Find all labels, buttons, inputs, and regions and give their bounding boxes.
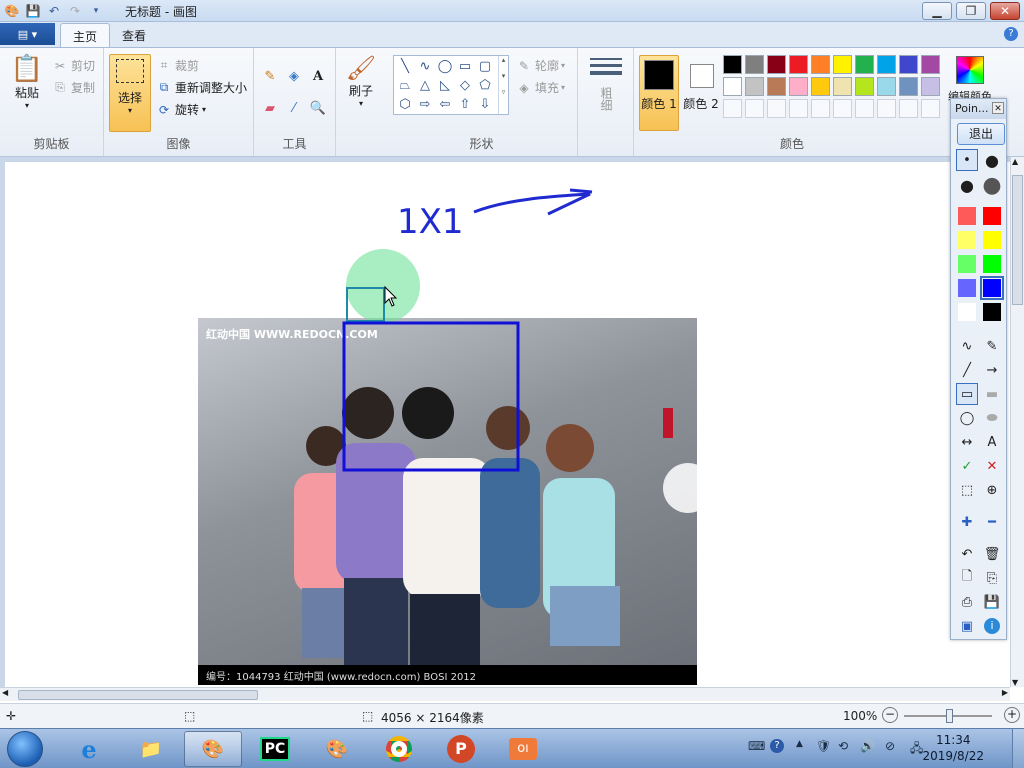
scroll-left-icon[interactable]: ◀ xyxy=(2,688,8,697)
checkmark-icon[interactable]: ✓ xyxy=(956,455,978,477)
point-color-swatch[interactable] xyxy=(983,303,1001,321)
pen-size-small-icon[interactable]: • xyxy=(956,149,978,171)
annotation-arrow xyxy=(473,188,593,216)
cross-mark-icon[interactable]: ✕ xyxy=(981,455,1003,477)
file-explorer-icon[interactable]: 📁 xyxy=(122,731,180,767)
vertical-scroll-thumb[interactable] xyxy=(1012,175,1023,305)
pen-size-medium-icon[interactable]: ● xyxy=(981,149,1003,171)
vertical-scrollbar[interactable]: ▲ ▼ xyxy=(1010,157,1024,687)
status-bar: ✛ ⬚ ⬚ 4056 × 2164像素 100% − + xyxy=(0,703,1024,728)
zoom-slider-thumb[interactable] xyxy=(946,709,953,723)
scroll-right-icon[interactable]: ▶ xyxy=(1002,688,1008,697)
horizontal-scrollbar[interactable]: ◀ ▶ xyxy=(0,687,1010,701)
ie-icon[interactable]: e xyxy=(60,731,118,767)
cursor-position-icon: ✛ xyxy=(6,709,17,723)
text-tool-icon[interactable]: A xyxy=(981,431,1003,453)
point-color-swatch[interactable] xyxy=(983,207,1001,225)
zoom-out-button[interactable]: − xyxy=(882,707,898,723)
print-icon[interactable]: ⎙ xyxy=(956,591,978,613)
point-color-swatch[interactable] xyxy=(958,231,976,249)
point-color-swatch[interactable] xyxy=(983,255,1001,273)
annotation-text: 1X1 xyxy=(397,202,464,242)
clock-date: 2019/8/22 xyxy=(922,749,984,763)
zoom-region-icon[interactable]: ⊕ xyxy=(981,479,1003,501)
show-hidden-icons[interactable]: ▲ xyxy=(796,739,803,749)
zoom-in-button[interactable]: + xyxy=(1004,707,1020,723)
point-color-swatch[interactable] xyxy=(980,276,1004,300)
sync-tray-icon[interactable]: ⟲ xyxy=(838,739,848,753)
info-icon[interactable]: i xyxy=(981,615,1003,637)
filled-rectangle-tool-icon[interactable]: ▬ xyxy=(981,383,1003,405)
highlighter-icon[interactable]: ✎ xyxy=(981,335,1003,357)
point-close-icon[interactable]: ✕ xyxy=(992,102,1004,114)
rectangle-tool-icon[interactable]: ▭ xyxy=(956,383,978,405)
show-desktop-button[interactable] xyxy=(1012,729,1024,768)
recorder-app-icon[interactable]: oı xyxy=(494,731,552,767)
filled-ellipse-tool-icon[interactable]: ⬬ xyxy=(981,407,1003,429)
powerpoint-icon[interactable]: P xyxy=(432,731,490,767)
zoom-out-icon[interactable]: ━ xyxy=(981,511,1003,533)
copy-icon[interactable]: ⎘ xyxy=(981,567,1003,589)
ellipse-tool-icon[interactable]: ◯ xyxy=(956,407,978,429)
point-exit-button[interactable]: 退出 xyxy=(957,123,1005,145)
network-icon[interactable]: 🖧 xyxy=(910,739,923,760)
shield-icon[interactable]: 🛡 xyxy=(816,739,831,753)
new-page-icon[interactable]: 🗋 xyxy=(956,567,978,589)
help-tray-icon[interactable]: ? xyxy=(770,739,784,753)
freehand-icon[interactable]: ∿ xyxy=(956,335,978,357)
point-toolbar: Poin... ✕ 退出 • ● ● ● ∿ ✎ ╱ → ▭ ▬ ◯ ⬬ ↔ A… xyxy=(950,98,1007,640)
trash-icon[interactable]: 🗑 xyxy=(981,543,1003,565)
large-selection-box xyxy=(342,321,520,472)
paint-taskbar-icon[interactable]: 🎨 xyxy=(184,731,242,767)
annotation-layer: 1X1 xyxy=(342,188,593,472)
pen-size-large-icon[interactable]: ● xyxy=(956,174,978,196)
keyboard-tray-icon[interactable]: ⌨ xyxy=(748,739,765,753)
taskbar: e 📁 🎨 PC 🎨 P oı ⌨ ? ▲ 🛡 ⟲ 🔊 ⊘ 🖧 11:34 20… xyxy=(0,728,1024,768)
image-icon[interactable]: ▣ xyxy=(956,615,978,637)
selection-size-icon: ⬚ xyxy=(184,709,196,723)
save-icon[interactable]: 💾 xyxy=(981,591,1003,613)
start-button[interactable] xyxy=(7,731,43,767)
zoom-level: 100% xyxy=(843,709,878,723)
point-color-swatch[interactable] xyxy=(958,255,976,273)
region-select-icon[interactable]: ⬚ xyxy=(956,479,978,501)
image-dimensions: 4056 × 2164像素 xyxy=(381,711,484,725)
mute-indicator-icon[interactable]: ⊘ xyxy=(885,739,895,753)
scroll-up-icon[interactable]: ▲ xyxy=(1012,157,1018,166)
system-clock[interactable]: 11:34 2019/8/22 xyxy=(922,732,984,764)
point-color-swatch[interactable] xyxy=(958,279,976,297)
zoom-in-icon[interactable]: ✚ xyxy=(956,511,978,533)
horizontal-scroll-thumb[interactable] xyxy=(18,690,258,700)
line-tool-icon[interactable]: ╱ xyxy=(956,359,978,381)
pen-size-xlarge-icon[interactable]: ● xyxy=(981,173,1003,198)
clock-time: 11:34 xyxy=(935,733,971,747)
point-color-swatch[interactable] xyxy=(958,303,976,321)
chrome-icon[interactable] xyxy=(370,731,428,767)
point-color-swatch[interactable] xyxy=(983,231,1001,249)
scroll-down-icon[interactable]: ▼ xyxy=(1012,678,1018,687)
pycharm-icon[interactable]: PC xyxy=(246,731,304,767)
palette-app-icon[interactable]: 🎨 xyxy=(308,731,366,767)
point-color-swatch[interactable] xyxy=(958,207,976,225)
image-size-icon: ⬚ xyxy=(362,709,374,723)
arrow-tool-icon[interactable]: → xyxy=(981,359,1003,381)
double-arrow-icon[interactable]: ↔ xyxy=(956,431,978,453)
undo-icon[interactable]: ↶ xyxy=(956,543,978,565)
volume-icon[interactable]: 🔊 xyxy=(860,739,875,753)
